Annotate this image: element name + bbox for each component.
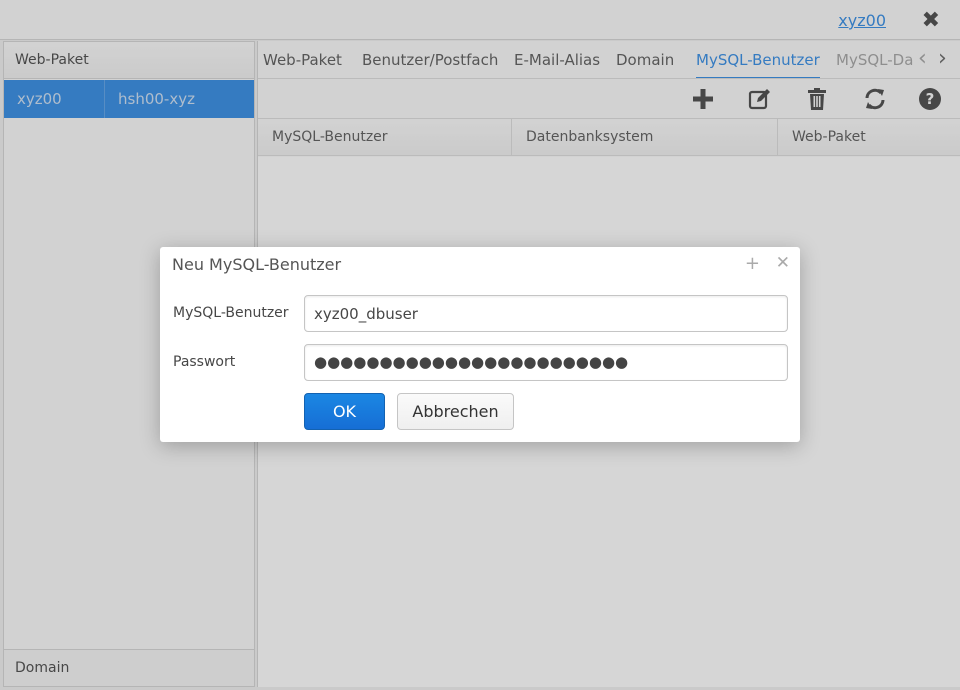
mysql-user-label: MySQL-Benutzer	[173, 305, 289, 321]
close-icon[interactable]: ✕	[776, 253, 790, 273]
new-mysql-user-dialog: Neu MySQL-Benutzer + ✕ MySQL-Benutzer Pa…	[160, 247, 800, 442]
mysql-user-input[interactable]	[304, 295, 788, 332]
maximize-icon[interactable]: +	[745, 253, 760, 274]
password-label: Passwort	[173, 354, 236, 370]
ok-button[interactable]: OK	[304, 393, 385, 430]
cancel-button[interactable]: Abbrechen	[397, 393, 514, 430]
password-input[interactable]: ●●●●●●●●●●●●●●●●●●●●●●●●	[304, 344, 788, 381]
dialog-title: Neu MySQL-Benutzer	[172, 255, 342, 274]
